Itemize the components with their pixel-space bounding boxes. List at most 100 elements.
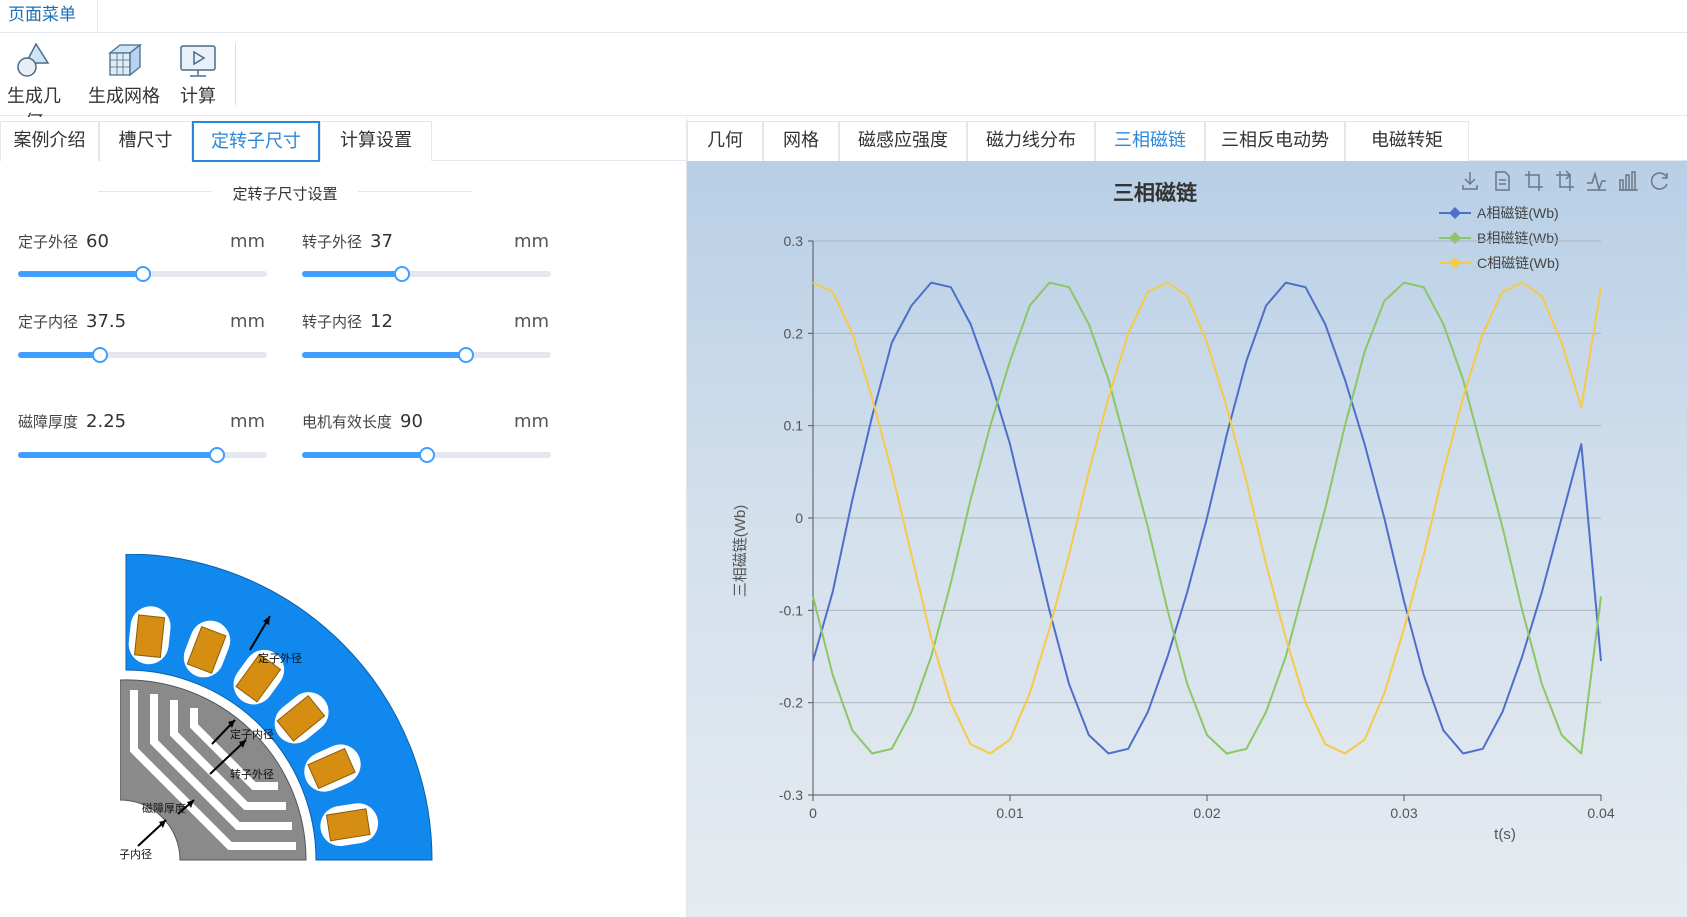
- tab-flux-lines[interactable]: 磁力线分布: [967, 121, 1095, 161]
- x-axis-label: t(s): [1494, 826, 1516, 843]
- x-tick-label: 0.04: [1587, 805, 1614, 821]
- tab-mesh[interactable]: 网格: [763, 121, 839, 161]
- zoom-reset-icon[interactable]: [1556, 170, 1574, 191]
- slider-fill: [18, 271, 143, 277]
- result-tabs: 几何 网格 磁感应强度 磁力线分布 三相磁链 三相反电动势 电磁转矩: [687, 121, 1687, 161]
- param-stator-inner: 定子内径 37.5: [18, 311, 126, 332]
- legend-label: B相磁链(Wb): [1477, 230, 1559, 246]
- section-divider-right: [358, 191, 472, 192]
- barrier-thickness-slider[interactable]: [18, 447, 267, 463]
- y-tick-label: -0.2: [779, 695, 803, 711]
- tab-flux-density[interactable]: 磁感应强度: [839, 121, 967, 161]
- param-value: 2.25: [86, 411, 127, 432]
- legend-label: A相磁链(Wb): [1477, 205, 1559, 221]
- y-tick-label: 0.3: [784, 233, 804, 249]
- left-panel: 案例介绍 槽尺寸 定转子尺寸 计算设置 定转子尺寸设置 定子外径 60 mm 转子…: [0, 117, 686, 917]
- param-rotor-outer: 转子外径 37: [302, 231, 393, 252]
- section-title: 定转子尺寸设置: [232, 185, 338, 203]
- menu-bar: 页面菜单: [0, 0, 1687, 33]
- param-value: 37.5: [86, 311, 127, 332]
- download-icon[interactable]: [1462, 172, 1478, 190]
- param-label: 转子内径: [302, 313, 363, 331]
- param-unit: mm: [514, 311, 550, 332]
- param-label: 磁障厚度: [18, 413, 79, 431]
- slider-fill: [302, 271, 402, 277]
- param-unit: mm: [514, 411, 550, 432]
- param-label: 定子内径: [18, 313, 79, 331]
- generate-mesh-label: 生成网格: [88, 86, 160, 107]
- bar-chart-icon[interactable]: [1619, 171, 1638, 191]
- chart-title: 三相磁链: [1113, 181, 1198, 205]
- slider-fill: [302, 452, 427, 458]
- data-view-icon[interactable]: [1495, 171, 1510, 191]
- slider-handle[interactable]: [134, 266, 151, 282]
- tab-em-torque[interactable]: 电磁转矩: [1345, 121, 1469, 161]
- slider-handle[interactable]: [92, 347, 109, 363]
- label-barrier: 磁障厚度: [142, 801, 186, 815]
- slider-handle[interactable]: [458, 347, 475, 363]
- stator-inner-slider[interactable]: [18, 347, 267, 363]
- y-tick-label: 0: [795, 510, 803, 526]
- tab-case-intro[interactable]: 案例介绍: [0, 121, 99, 161]
- label-rotor-outer: 转子外径: [230, 767, 274, 781]
- param-label: 转子外径: [302, 233, 363, 251]
- restore-icon[interactable]: [1650, 172, 1668, 190]
- param-unit: mm: [514, 231, 550, 252]
- mesh-cube-icon: [108, 43, 142, 77]
- slider-handle[interactable]: [393, 266, 410, 282]
- tab-stator-rotor-size[interactable]: 定转子尺寸: [192, 121, 320, 162]
- tab-slot-size[interactable]: 槽尺寸: [99, 121, 192, 161]
- tab-back-emf[interactable]: 三相反电动势: [1205, 121, 1345, 161]
- toolbar: 生成几何 生成网格 计算: [0, 33, 1687, 133]
- param-unit: mm: [230, 231, 266, 252]
- y-tick-label: -0.3: [779, 787, 803, 803]
- compute-monitor-icon: [180, 45, 216, 77]
- x-tick-label: 0.02: [1193, 805, 1220, 821]
- slider-handle[interactable]: [418, 447, 435, 463]
- param-stator-outer: 定子外径 60: [18, 231, 109, 252]
- chart-toolbox: [1462, 170, 1668, 192]
- tab-geometry[interactable]: 几何: [687, 121, 763, 161]
- slider-handle[interactable]: [209, 447, 226, 463]
- label-stator-inner: 定子内径: [230, 727, 274, 741]
- slider-fill: [302, 352, 467, 358]
- tab-compute-settings[interactable]: 计算设置: [320, 121, 432, 161]
- x-tick-label: 0: [809, 805, 817, 821]
- geometry-icon: [17, 42, 50, 77]
- compute-button[interactable]: 计算: [176, 41, 220, 108]
- param-value: 90: [400, 411, 423, 432]
- stator-outer-slider[interactable]: [18, 266, 267, 282]
- param-label: 电机有效长度: [302, 413, 393, 431]
- tab-three-phase-flux[interactable]: 三相磁链: [1095, 121, 1205, 161]
- motor-section-diagram: 定子外径 定子内径 转子外径 磁障厚度 转子内径: [120, 554, 433, 861]
- param-label: 定子外径: [18, 233, 79, 251]
- x-tick-label: 0.03: [1390, 805, 1417, 821]
- chart-area: 三相磁链 A相磁链(Wb) B相磁链(Wb) C相磁链(Wb) -0.3 -0.2 -0…: [687, 161, 1687, 917]
- param-barrier-thickness: 磁障厚度 2.25: [18, 411, 126, 432]
- param-unit: mm: [230, 411, 266, 432]
- compute-label: 计算: [180, 86, 216, 107]
- left-tabs: 案例介绍 槽尺寸 定转子尺寸 计算设置: [0, 121, 686, 162]
- y-axis-label: 三相磁链(Wb): [732, 505, 749, 598]
- rotor-outer-slider[interactable]: [302, 266, 551, 282]
- legend-marker: [1449, 257, 1461, 269]
- param-value: 12: [370, 311, 393, 332]
- param-unit: mm: [230, 311, 266, 332]
- legend-marker: [1449, 232, 1461, 244]
- slider-fill: [18, 452, 218, 458]
- zoom-icon[interactable]: [1525, 171, 1543, 191]
- effective-length-slider[interactable]: [302, 447, 551, 463]
- flux-linkage-chart: 三相磁链 A相磁链(Wb) B相磁链(Wb) C相磁链(Wb) -0.3 -0.2 -0…: [732, 170, 1668, 843]
- y-tick-label: 0.2: [784, 325, 804, 341]
- y-tick-label: -0.1: [779, 602, 803, 618]
- y-tick-label: 0.1: [784, 418, 804, 434]
- slider-fill: [18, 352, 101, 358]
- page-menu-tab[interactable]: 页面菜单: [0, 0, 98, 33]
- rotor-inner-slider[interactable]: [302, 347, 551, 363]
- generate-mesh-button[interactable]: 生成网格: [86, 41, 162, 108]
- param-value: 37: [370, 231, 393, 252]
- chart-legend: A相磁链(Wb) B相磁链(Wb) C相磁链(Wb): [1439, 205, 1559, 271]
- label-stator-outer: 定子外径: [258, 651, 302, 665]
- param-rotor-inner: 转子内径 12: [302, 311, 393, 332]
- line-chart-icon[interactable]: [1587, 171, 1606, 192]
